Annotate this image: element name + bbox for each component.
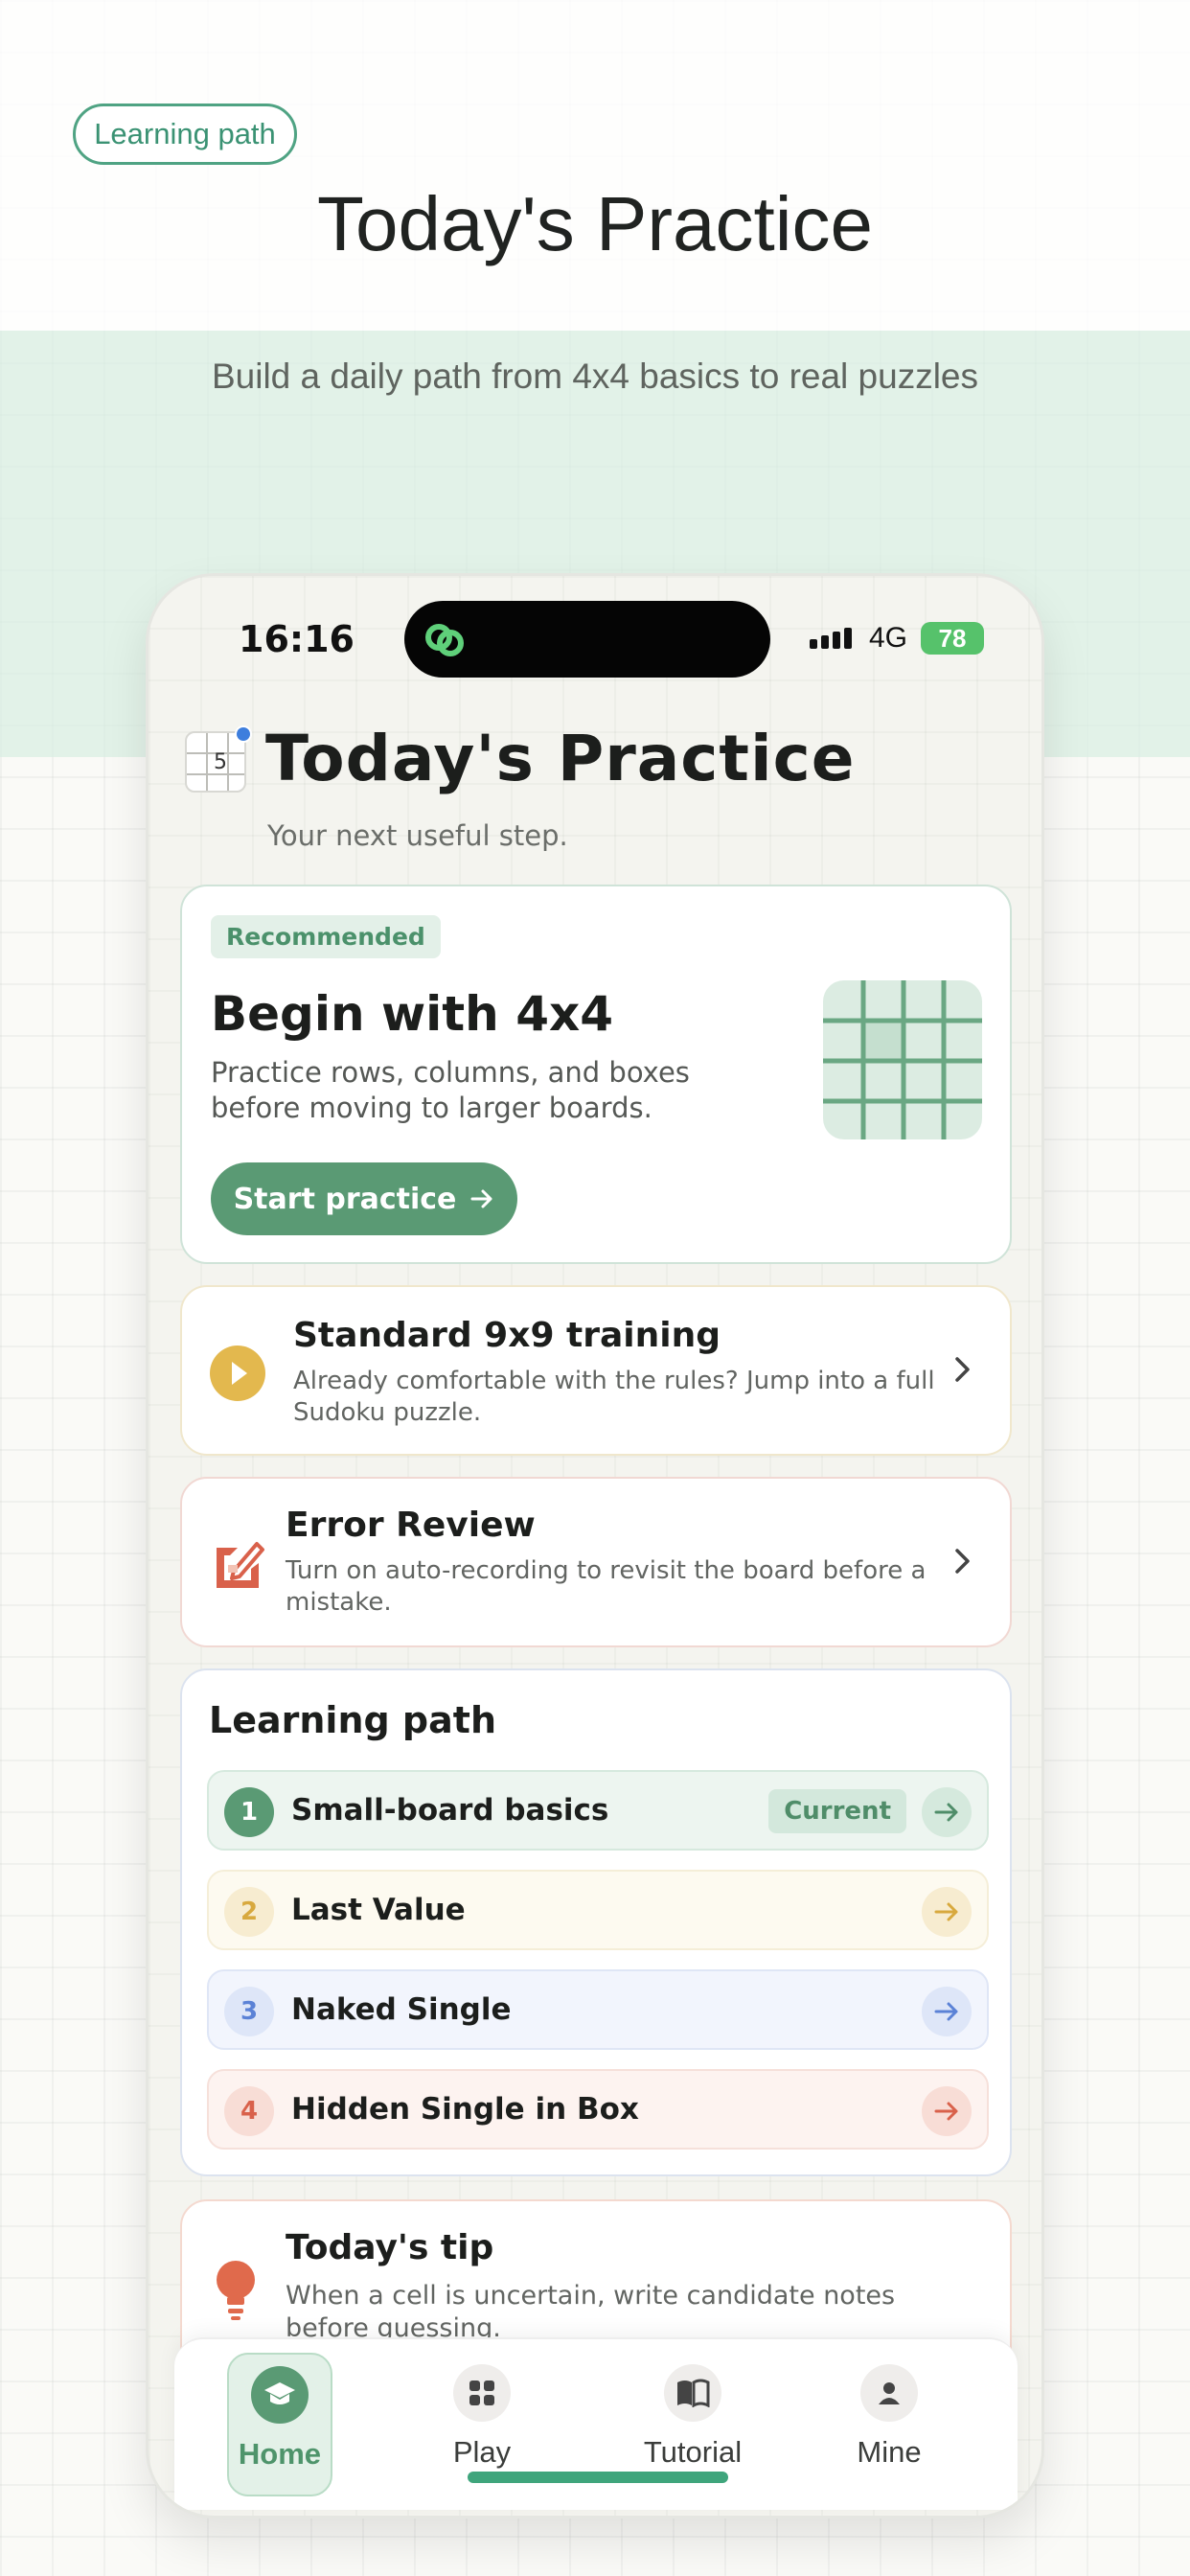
lightbulb-icon — [217, 2261, 255, 2320]
arrow-right-icon[interactable] — [922, 2086, 972, 2136]
tab-tutorial-label: Tutorial — [643, 2435, 743, 2469]
book-icon — [664, 2364, 721, 2422]
grid-icon — [453, 2364, 511, 2422]
standard-training-title: Standard 9x9 training — [293, 1316, 721, 1355]
arrow-right-icon[interactable] — [922, 1987, 972, 2036]
learning-path-card: Learning path 1 Small-board basics Curre… — [180, 1668, 1012, 2176]
graduation-cap-icon — [251, 2366, 309, 2424]
learning-path-pill: Learning path — [73, 104, 297, 165]
hero-background — [0, 0, 1190, 331]
page-subtitle: Your next useful step. — [267, 819, 568, 852]
hero-subtitle: Build a daily path from 4x4 basics to re… — [211, 356, 979, 396]
standard-training-description: Already comfortable with the rules? Jump… — [293, 1367, 935, 1427]
battery-level: 78 — [938, 623, 967, 653]
step-label: Hidden Single in Box — [291, 2092, 639, 2127]
start-practice-label: Start practice — [233, 1182, 457, 1216]
signal-icon — [810, 628, 852, 649]
tip-description: When a cell is uncertain, write candidat… — [286, 2281, 896, 2343]
tip-title: Today's tip — [286, 2228, 494, 2267]
hero-title: Today's Practice — [317, 181, 873, 266]
start-practice-button[interactable]: Start practice — [211, 1162, 517, 1235]
current-badge: Current — [768, 1789, 906, 1833]
tab-mine[interactable]: Mine — [822, 2353, 956, 2496]
board-4x4-illustration-icon — [823, 980, 982, 1139]
step-number: 1 — [224, 1787, 274, 1837]
path-item-naked-single[interactable]: 3 Naked Single — [207, 1969, 989, 2050]
link-icon — [425, 624, 464, 656]
step-number: 4 — [224, 2086, 274, 2136]
phone-frame: 16:16 4G 78 5 Today's Practice Your next… — [146, 573, 1044, 2518]
tab-home-label: Home — [238, 2437, 322, 2471]
play-circle-icon — [210, 1346, 265, 1401]
step-label: Small-board basics — [291, 1793, 609, 1828]
step-number: 3 — [224, 1987, 274, 2036]
chevron-right-icon — [955, 1357, 970, 1382]
person-icon — [860, 2364, 918, 2422]
verified-badge-icon — [235, 725, 252, 743]
bottom-tab-bar: Home Play Tutorial Mine — [174, 2337, 1018, 2510]
dynamic-island — [404, 601, 770, 678]
path-item-hidden-single-in-box[interactable]: 4 Hidden Single in Box — [207, 2069, 989, 2150]
logo-grid-line — [206, 733, 208, 791]
step-label: Naked Single — [291, 1992, 512, 2027]
recommended-title: Begin with 4x4 — [211, 986, 614, 1042]
error-review-title: Error Review — [286, 1506, 536, 1545]
arrow-right-icon[interactable] — [922, 1887, 972, 1937]
logo-digit: 5 — [214, 750, 227, 774]
sudoku-logo-icon: 5 — [185, 725, 252, 793]
arrow-right-icon — [470, 1189, 492, 1208]
page-title: Today's Practice — [265, 722, 856, 795]
tab-play-label: Play — [452, 2435, 512, 2469]
standard-training-card[interactable]: Standard 9x9 training Already comfortabl… — [180, 1285, 1012, 1456]
path-item-small-board-basics[interactable]: 1 Small-board basics Current — [207, 1770, 989, 1851]
tab-mine-label: Mine — [857, 2435, 922, 2469]
error-review-description: Turn on auto-recording to revisit the bo… — [286, 1556, 927, 1617]
status-time: 16:16 — [239, 618, 355, 660]
step-label: Last Value — [291, 1893, 466, 1927]
recommended-description: Practice rows, columns, and boxes before… — [211, 1056, 690, 1124]
battery-indicator: 78 — [921, 622, 984, 655]
step-number: 2 — [224, 1887, 274, 1937]
home-indicator[interactable] — [468, 2472, 728, 2483]
tab-home[interactable]: Home — [227, 2353, 332, 2496]
learning-path-title: Learning path — [209, 1699, 496, 1741]
path-item-last-value[interactable]: 2 Last Value — [207, 1870, 989, 1950]
recommended-card[interactable]: Recommended Begin with 4x4 Practice rows… — [180, 885, 1012, 1264]
arrow-right-icon[interactable] — [922, 1787, 972, 1837]
error-review-card[interactable]: Error Review Turn on auto-recording to r… — [180, 1477, 1012, 1647]
chevron-right-icon — [955, 1549, 970, 1574]
recommended-badge: Recommended — [211, 915, 441, 958]
error-review-icon — [217, 1542, 264, 1588]
network-type: 4G — [869, 622, 908, 654]
logo-grid-line — [227, 733, 229, 791]
